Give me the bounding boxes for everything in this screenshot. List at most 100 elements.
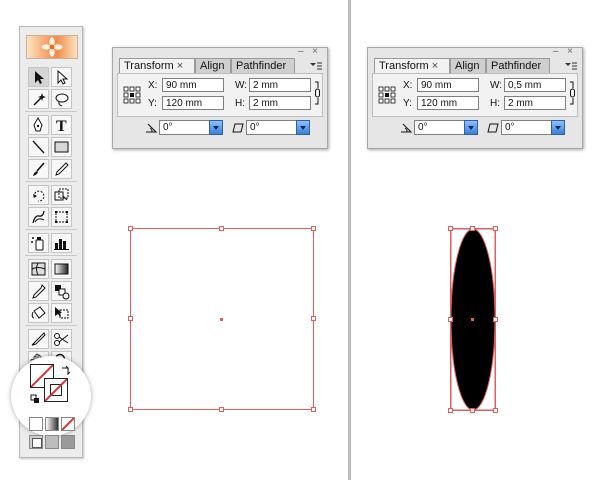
blend-tool[interactable]: [51, 281, 72, 301]
live-paint-bucket-tool[interactable]: [28, 303, 49, 323]
resize-handle[interactable]: [470, 226, 475, 231]
resize-handle[interactable]: [493, 226, 498, 231]
shear-angle-field[interactable]: 0°: [246, 120, 310, 135]
default-fill-stroke-icon[interactable]: [30, 394, 40, 404]
swap-fill-stroke-icon[interactable]: [60, 364, 72, 376]
panel-window-controls[interactable]: – ×: [553, 46, 576, 57]
h-field[interactable]: 2 mm: [504, 96, 566, 110]
resize-handle[interactable]: [448, 317, 453, 322]
selection-tool[interactable]: [28, 67, 49, 87]
standard-screen-mode-button[interactable]: [29, 435, 43, 449]
pen-icon: [33, 116, 43, 132]
w-field[interactable]: 0,5 mm: [504, 78, 566, 92]
resize-handle[interactable]: [128, 316, 133, 321]
line-segment-tool[interactable]: [28, 137, 49, 157]
resize-handle[interactable]: [311, 316, 316, 321]
gradient-mode-button[interactable]: [45, 417, 59, 431]
h-label: H:: [490, 98, 500, 109]
selected-ellipse[interactable]: [448, 226, 498, 413]
tab-transform[interactable]: Transform ×: [374, 58, 450, 74]
x-field[interactable]: 90 mm: [417, 78, 479, 92]
chevron-down-icon[interactable]: [209, 120, 223, 135]
rotate-angle-field[interactable]: 0°: [159, 120, 223, 135]
resize-handle[interactable]: [493, 317, 498, 322]
lasso-tool[interactable]: [51, 89, 72, 109]
tab-align[interactable]: Align: [195, 58, 231, 73]
magic-wand-tool[interactable]: [28, 89, 49, 109]
gradient-icon: [54, 263, 69, 275]
resize-handle[interactable]: [448, 226, 453, 231]
pencil-tool[interactable]: [51, 159, 72, 179]
stroke-swatch-none[interactable]: [44, 378, 68, 402]
none-mode-button[interactable]: [61, 417, 75, 431]
live-paint-selection-tool[interactable]: [51, 303, 72, 323]
rectangle-tool[interactable]: [51, 137, 72, 157]
color-mode-button[interactable]: [29, 417, 43, 431]
mesh-icon: [31, 262, 46, 276]
warp-icon: [32, 210, 45, 224]
close-icon[interactable]: ×: [177, 60, 183, 72]
symbol-sprayer-tool[interactable]: [28, 233, 49, 253]
resize-handle[interactable]: [311, 226, 316, 231]
full-screen-mode-button[interactable]: [61, 435, 75, 449]
rotate-angle-value: 0°: [418, 122, 428, 133]
scale-tool[interactable]: [51, 185, 72, 205]
close-icon[interactable]: ×: [432, 60, 438, 72]
rotate-icon: [33, 190, 45, 202]
rotate-tool[interactable]: [28, 185, 49, 205]
chevron-down-icon[interactable]: [551, 120, 565, 135]
warp-tool[interactable]: [28, 207, 49, 227]
x-field[interactable]: 90 mm: [162, 78, 224, 92]
scissors-tool[interactable]: [51, 329, 72, 349]
tab-pathfinder[interactable]: Pathfinder: [486, 58, 550, 73]
gradient-tool[interactable]: [51, 259, 72, 279]
direct-selection-tool[interactable]: [51, 67, 72, 87]
blend-icon: [55, 285, 70, 300]
tab-align[interactable]: Align: [450, 58, 486, 73]
mesh-tool[interactable]: [28, 259, 49, 279]
slice-tool[interactable]: [28, 329, 49, 349]
resize-handle[interactable]: [311, 407, 316, 412]
resize-handle[interactable]: [219, 226, 224, 231]
reference-point-icon[interactable]: [123, 86, 141, 104]
y-field[interactable]: 120 mm: [417, 96, 479, 110]
h-field[interactable]: 2 mm: [249, 96, 311, 110]
constrain-proportions-icon[interactable]: [314, 80, 320, 106]
constrain-proportions-icon[interactable]: [569, 80, 575, 106]
full-screen-menu-mode-button[interactable]: [45, 435, 59, 449]
eyedropper-tool[interactable]: [28, 281, 49, 301]
resize-handle[interactable]: [128, 226, 133, 231]
chevron-down-icon[interactable]: [464, 120, 478, 135]
panel-window-controls[interactable]: – ×: [298, 46, 321, 57]
column-graph-tool[interactable]: [51, 233, 72, 253]
panel-menu-icon[interactable]: [309, 60, 323, 72]
reference-point-icon[interactable]: [378, 86, 396, 104]
column-graph-icon: [54, 239, 69, 250]
resize-handle[interactable]: [493, 408, 498, 413]
free-transform-tool[interactable]: [51, 207, 72, 227]
rotate-angle-value: 0°: [163, 122, 173, 133]
w-field[interactable]: 2 mm: [249, 78, 311, 92]
tool-separator: [25, 181, 77, 182]
resize-handle[interactable]: [219, 407, 224, 412]
chevron-down-icon[interactable]: [296, 120, 310, 135]
tab-transform[interactable]: Transform ×: [119, 58, 195, 74]
resize-handle[interactable]: [448, 408, 453, 413]
tab-label: Transform: [124, 60, 174, 72]
y-field[interactable]: 120 mm: [162, 96, 224, 110]
resize-handle[interactable]: [470, 408, 475, 413]
rotate-angle-icon: [146, 123, 157, 133]
shear-angle-field[interactable]: 0°: [501, 120, 565, 135]
tool-separator: [25, 229, 77, 230]
rotate-angle-field[interactable]: 0°: [414, 120, 478, 135]
y-label: Y:: [148, 98, 157, 109]
resize-handle[interactable]: [128, 407, 133, 412]
line-segment-icon: [32, 140, 45, 154]
paintbrush-tool[interactable]: [28, 159, 49, 179]
type-tool[interactable]: T: [51, 115, 72, 135]
panel-menu-icon[interactable]: [564, 60, 578, 72]
selected-square[interactable]: [128, 226, 316, 412]
pen-tool[interactable]: [28, 115, 49, 135]
tab-pathfinder[interactable]: Pathfinder: [231, 58, 295, 73]
shear-angle-icon: [487, 123, 499, 133]
